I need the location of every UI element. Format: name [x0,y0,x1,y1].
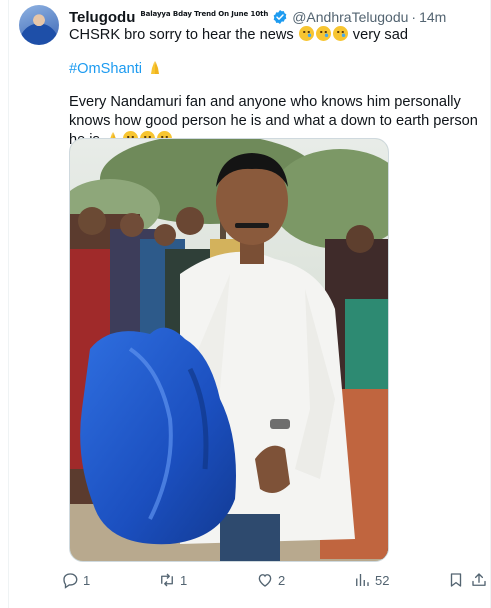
share-icon [472,573,486,586]
like-button[interactable]: 2 [256,568,285,592]
reply-count: 1 [83,572,91,588]
views-button[interactable]: 52 [353,568,389,592]
tweet-hashtag-line: #OmShanti [69,60,484,79]
retweet-count: 1 [180,572,188,588]
tweet-text-line-1: CHSRK bro sorry to hear the news very sa… [69,26,484,45]
name-tagline: Balayya Bday Trend On June 10th [140,10,269,18]
verified-icon [273,10,287,24]
bookmark-icon [450,573,462,587]
reply-button[interactable]: 1 [61,568,90,592]
tweet-photo[interactable] [69,138,389,562]
crying-face-emoji [298,26,314,41]
folded-hands-emoji [151,61,160,74]
share-button[interactable] [470,568,488,592]
tweet-text-lead: CHSRK bro sorry to hear the news [69,27,294,43]
user-handle[interactable]: @AndhraTelugodu [292,9,408,25]
timestamp[interactable]: 14m [419,9,446,25]
views-count: 52 [375,572,390,588]
tweet-actions: 1 1 2 52 [9,568,490,592]
tweet-header: Telugodu Balayya Bday Trend On June 10th… [69,8,446,26]
display-name[interactable]: Telugodu [69,9,135,26]
reply-icon [63,573,78,589]
hashtag-link[interactable]: #OmShanti [69,61,142,77]
retweet-button[interactable]: 1 [158,568,187,592]
like-count: 2 [278,572,286,588]
tweet-text-suffix: very sad [352,27,408,43]
crying-face-emoji [332,26,348,41]
views-icon [356,574,369,586]
like-icon [258,574,272,587]
avatar[interactable] [19,5,59,45]
separator-dot: · [411,9,417,25]
crying-face-emoji [315,26,331,41]
tweet-card[interactable]: Telugodu Balayya Bday Trend On June 10th… [9,0,490,608]
bookmark-button[interactable] [447,568,465,592]
retweet-icon [161,573,173,587]
photo-illustration [70,139,388,561]
